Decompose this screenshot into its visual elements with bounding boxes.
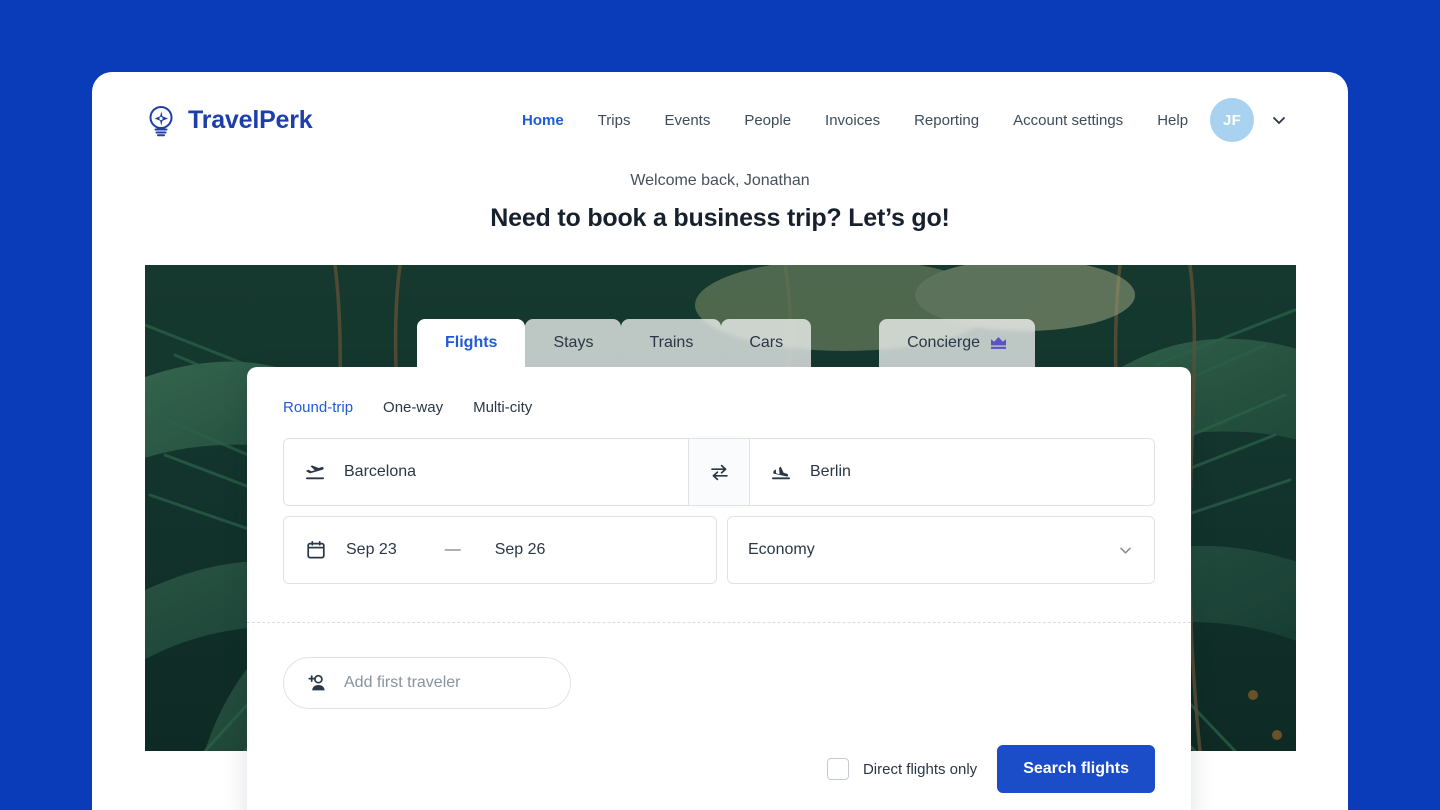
nav-item-events[interactable]: Events (664, 112, 710, 129)
brand-name: TravelPerk (188, 105, 313, 134)
nav-item-trips[interactable]: Trips (598, 112, 631, 129)
dates-cabin-row: Sep 23 — Sep 26 Economy (283, 516, 1155, 584)
flight-search-form: Round-trip One-way Multi-city Barcelona (247, 367, 1191, 810)
nav-item-home[interactable]: Home (522, 112, 564, 129)
date-separator: — (444, 541, 461, 558)
trip-type-multi-city[interactable]: Multi-city (473, 399, 532, 416)
swap-route-button[interactable] (689, 438, 749, 506)
greeting-block: Welcome back, Jonathan Need to book a bu… (92, 172, 1348, 233)
tab-concierge[interactable]: Concierge (879, 319, 1036, 367)
origin-value: Barcelona (344, 463, 417, 480)
trip-type-one-way[interactable]: One-way (383, 399, 443, 416)
welcome-text: Welcome back, Jonathan (630, 172, 810, 189)
cabin-class-select[interactable]: Economy (727, 516, 1155, 584)
destination-input[interactable]: Berlin (749, 438, 1155, 506)
tab-flights[interactable]: Flights (417, 319, 526, 367)
plane-departure-icon (306, 465, 324, 480)
booking-tabs: Flights Stays Trains Cars Concierge (417, 319, 1036, 367)
cabin-class-value: Economy (748, 541, 815, 558)
brand-logo-link[interactable]: TravelPerk (144, 103, 313, 137)
origin-input[interactable]: Barcelona (283, 438, 689, 506)
tab-flights-label: Flights (445, 334, 498, 351)
crown-icon (991, 337, 1007, 349)
direct-flights-only-toggle[interactable]: Direct flights only (826, 758, 978, 780)
date-range-picker[interactable]: Sep 23 — Sep 26 (283, 516, 717, 584)
account-area: JF (1210, 98, 1288, 142)
tab-stays-label: Stays (553, 334, 594, 351)
tab-cars[interactable]: Cars (721, 319, 812, 367)
nav-item-help[interactable]: Help (1157, 112, 1188, 129)
tab-stays[interactable]: Stays (525, 319, 622, 367)
direct-flights-only-checkbox[interactable] (826, 758, 849, 780)
add-traveler-button[interactable]: Add first traveler (283, 657, 571, 709)
swap-horizontal-icon (710, 464, 728, 480)
nav-item-account-settings[interactable]: Account settings (1013, 112, 1123, 129)
add-traveler-placeholder: Add first traveler (344, 674, 461, 691)
nav-item-people[interactable]: People (744, 112, 791, 129)
app-window: TravelPerk Home Trips Events People Invo… (92, 72, 1348, 810)
main-nav-links: Home Trips Events People Invoices Report… (522, 112, 1188, 129)
plane-arrival-icon (772, 466, 790, 480)
lightbulb-airplane-icon (149, 106, 173, 137)
calendar-icon (307, 540, 325, 559)
tab-concierge-label: Concierge (907, 334, 981, 351)
nav-item-invoices[interactable]: Invoices (825, 112, 880, 129)
trip-type-selector: Round-trip One-way Multi-city (283, 399, 1155, 416)
traveler-row: Add first traveler (283, 623, 1155, 709)
route-row: Barcelona Berlin (283, 438, 1155, 506)
top-navigation-bar: TravelPerk Home Trips Events People Invo… (92, 72, 1348, 168)
tab-cars-label: Cars (749, 334, 784, 351)
direct-flights-only-label: Direct flights only (862, 760, 978, 778)
form-actions: Direct flights only Search flights (283, 709, 1155, 810)
destination-value: Berlin (810, 463, 851, 480)
chevron-down-icon[interactable] (1270, 111, 1288, 129)
chevron-down-icon (1120, 547, 1131, 554)
tab-trains-label: Trains (649, 334, 694, 351)
page-title: Need to book a business trip? Let’s go! (490, 204, 950, 232)
avatar[interactable]: JF (1210, 98, 1254, 142)
date-end-value: Sep 26 (494, 541, 546, 558)
person-add-icon (308, 674, 325, 691)
trip-type-round-trip[interactable]: Round-trip (283, 399, 353, 416)
tab-trains[interactable]: Trains (621, 319, 722, 367)
search-flights-button[interactable]: Search flights (997, 745, 1155, 793)
date-start-value: Sep 23 (346, 541, 397, 558)
nav-item-reporting[interactable]: Reporting (914, 112, 979, 129)
